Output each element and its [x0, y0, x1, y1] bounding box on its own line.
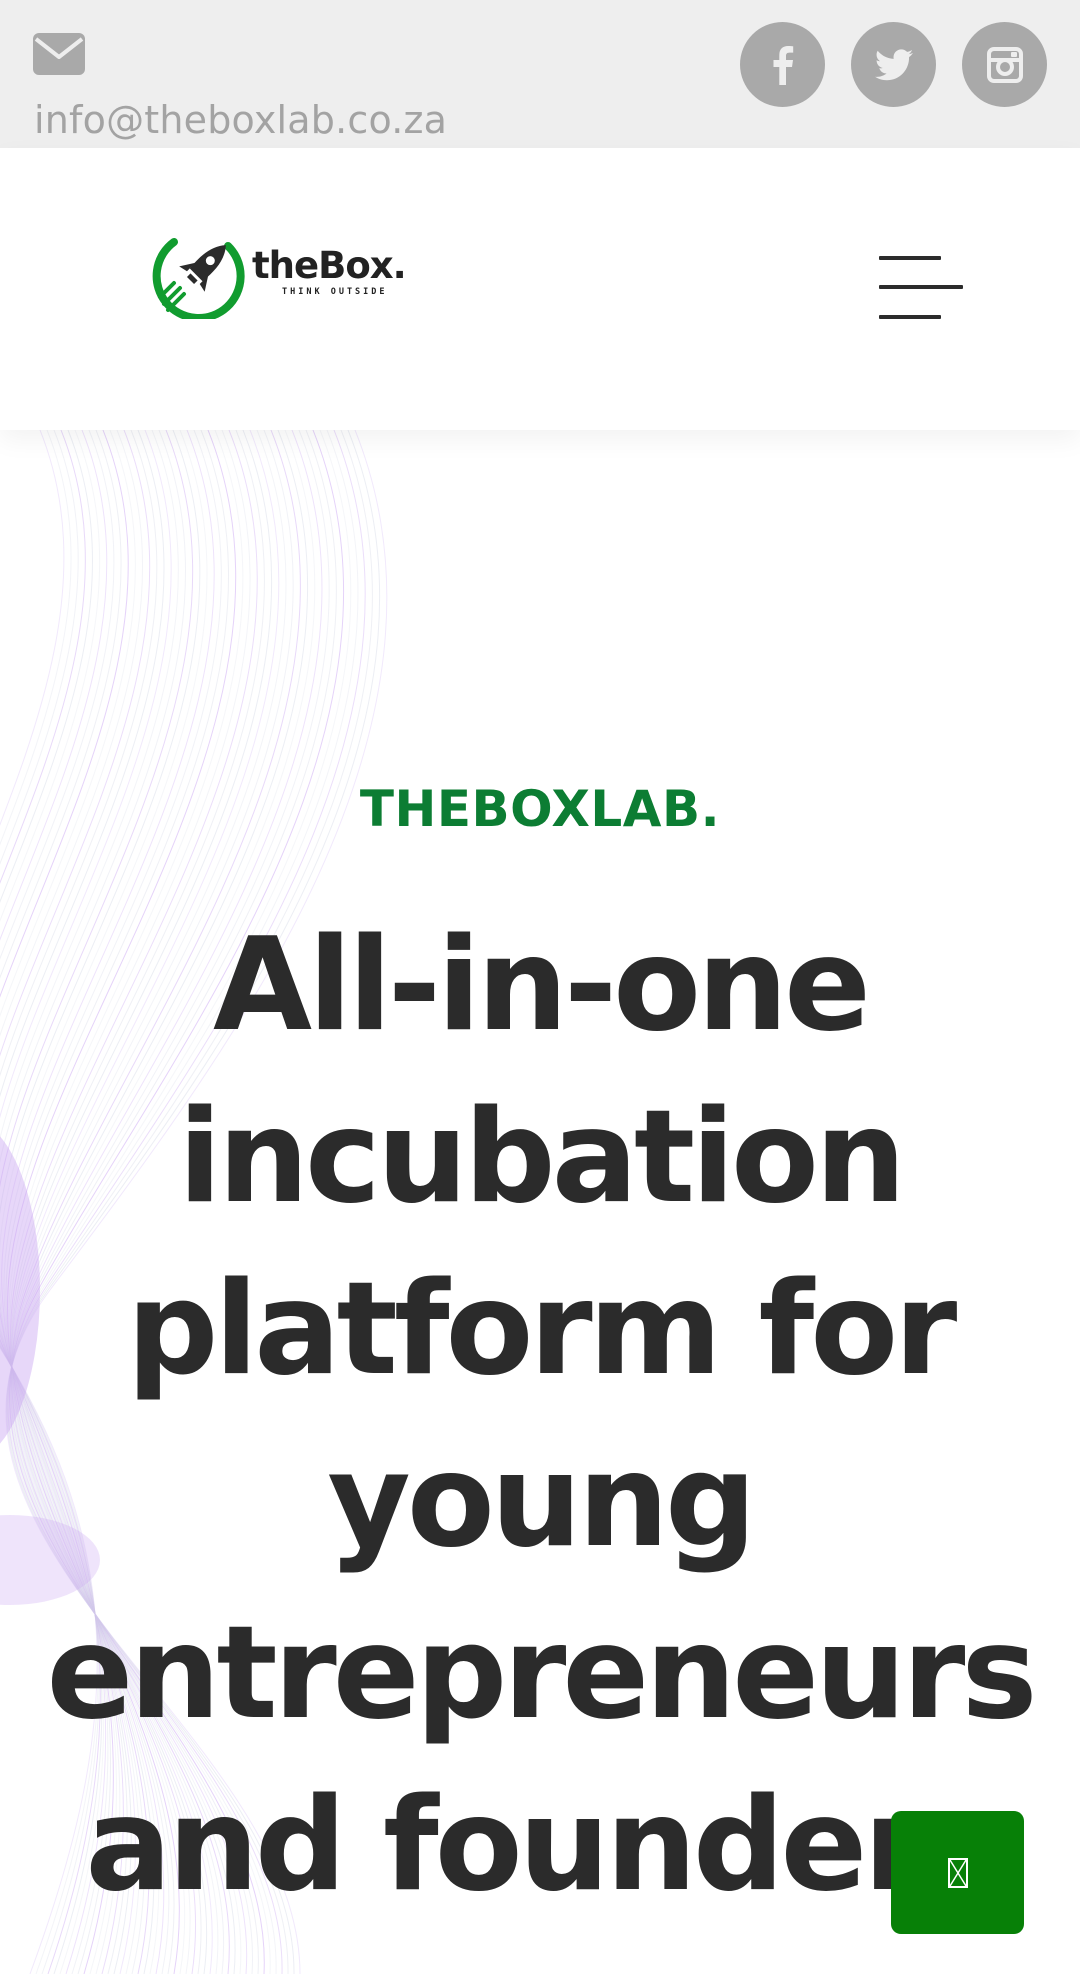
top-contact-bar: info@theboxlab.co.za	[0, 0, 1080, 148]
hamburger-menu-icon[interactable]	[876, 252, 964, 320]
instagram-link[interactable]	[962, 22, 1047, 107]
facebook-link[interactable]	[740, 22, 825, 107]
hero-section: THEBOXLAB. All-in-one incubation platfor…	[0, 430, 1080, 1974]
twitter-icon	[874, 48, 913, 80]
menu-line	[879, 315, 941, 319]
chat-icon	[947, 1857, 968, 1888]
logo-wordmark: theBox.	[252, 244, 407, 287]
site-logo[interactable]: theBox. THINK OUTSIDE	[152, 224, 407, 319]
facebook-icon	[773, 45, 793, 85]
instagram-icon	[986, 46, 1023, 83]
floating-chat-button[interactable]	[891, 1811, 1024, 1934]
hero-headline: All-in-one incubation platform for young…	[46, 911, 1038, 1920]
envelope-icon[interactable]	[33, 33, 85, 75]
logo-tagline: THINK OUTSIDE	[282, 287, 388, 297]
hero-eyebrow: THEBOXLAB.	[359, 780, 721, 838]
contact-email-link[interactable]: info@theboxlab.co.za	[34, 98, 447, 142]
site-header: theBox. THINK OUTSIDE	[0, 148, 1080, 430]
twitter-link[interactable]	[851, 22, 936, 107]
rocket-icon	[152, 238, 245, 319]
menu-line	[879, 285, 963, 289]
menu-line	[879, 256, 941, 260]
